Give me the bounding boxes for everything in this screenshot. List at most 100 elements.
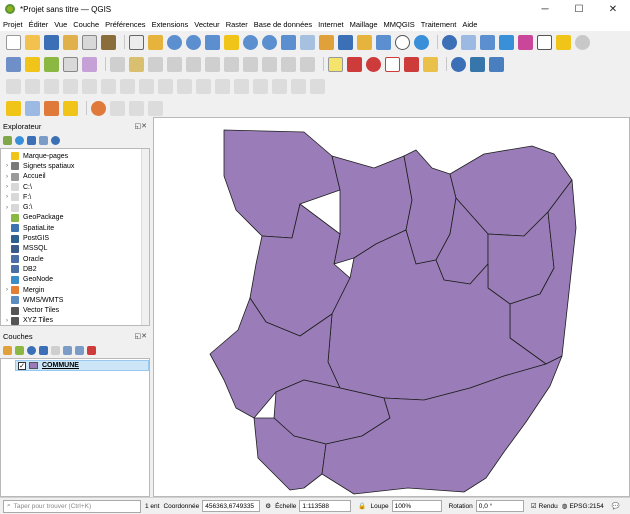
split-features-icon[interactable] (196, 78, 211, 94)
current-edits-icon[interactable] (110, 56, 125, 72)
filter-legend-icon[interactable] (39, 346, 48, 355)
explorer-item[interactable]: › F:\ (3, 192, 141, 202)
zoom-in-icon[interactable] (167, 34, 182, 50)
add-feature-icon[interactable] (167, 56, 182, 72)
zoom-selection-icon[interactable] (224, 34, 239, 50)
coordinate-field[interactable]: 456363,6749335 (202, 500, 261, 512)
simplify-feature-icon[interactable] (44, 78, 59, 94)
explorer-item[interactable]: › Accueil (3, 172, 141, 182)
open-folder-icon[interactable] (25, 34, 40, 50)
menu-maillage[interactable]: Maillage (350, 20, 378, 29)
add-ring-icon[interactable] (63, 78, 78, 94)
pan-to-selection-icon[interactable] (148, 34, 163, 50)
processing-toolbox-icon[interactable] (499, 34, 514, 50)
label-toolbar-icon[interactable] (328, 56, 343, 72)
menu-editer[interactable]: Éditer (29, 20, 49, 29)
menu-mmqgis[interactable]: MMQGIS (384, 20, 415, 29)
remove-layer-icon[interactable] (87, 346, 96, 355)
temporal-controller-icon[interactable] (395, 34, 410, 50)
show-bookmarks-icon[interactable] (376, 34, 391, 50)
new-3d-view-icon[interactable] (338, 34, 353, 50)
explorer-item[interactable]: › Signets spatiaux (3, 161, 141, 171)
print-layout-icon[interactable] (82, 34, 97, 50)
render-checkbox[interactable]: ☑ (531, 502, 537, 510)
zoom-out-icon[interactable] (186, 34, 201, 50)
bookmark-new-icon[interactable] (357, 34, 372, 50)
new-temp-layer-icon[interactable] (63, 56, 78, 72)
refresh-icon[interactable] (15, 136, 24, 145)
vertex-tool-icon[interactable] (186, 56, 201, 72)
new-map-view-icon[interactable] (319, 34, 334, 50)
advanced-digitizing-icon[interactable] (6, 78, 21, 94)
show-labels-icon[interactable] (385, 56, 400, 72)
python-console-icon[interactable] (470, 56, 485, 72)
cut-features-icon[interactable] (224, 56, 239, 72)
label-rule-icon[interactable] (347, 56, 362, 72)
crs-label[interactable]: EPSG:2154 (569, 503, 603, 510)
menu-projet[interactable]: Projet (3, 20, 23, 29)
properties-info-icon[interactable] (51, 136, 60, 145)
toggle-editing-pencil-icon[interactable] (129, 56, 144, 72)
fill-ring-icon[interactable] (101, 78, 116, 94)
explorer-item[interactable]: Marque-pages (3, 151, 141, 161)
expand-all-icon[interactable] (63, 346, 72, 355)
save-edits-icon[interactable] (148, 56, 163, 72)
manage-visibility-icon[interactable] (27, 346, 36, 355)
paste-features-icon[interactable] (262, 56, 277, 72)
annotation-html-icon[interactable] (129, 100, 144, 116)
filter-expression-icon[interactable] (51, 346, 60, 355)
refresh-icon[interactable] (414, 34, 429, 50)
select-by-expression-icon[interactable] (25, 100, 40, 116)
map-tips-icon[interactable] (556, 34, 571, 50)
undo-icon[interactable] (281, 56, 296, 72)
action-gear-icon[interactable] (91, 100, 106, 116)
collapse-all-icon[interactable] (75, 346, 84, 355)
explorer-item[interactable]: DB2 (3, 264, 141, 274)
lock-icon[interactable]: 🔒 (358, 502, 366, 510)
explorer-item[interactable]: Vector Tiles (3, 305, 141, 315)
split-parts-icon[interactable] (215, 78, 230, 94)
menu-aide[interactable]: Aide (462, 20, 477, 29)
field-calculator-icon[interactable] (480, 34, 495, 50)
redo-icon[interactable] (300, 56, 315, 72)
layer-visibility-checkbox[interactable]: ✓ (18, 361, 26, 370)
style-panel-icon[interactable] (3, 346, 12, 355)
expand-arrow-icon[interactable]: › (3, 174, 11, 180)
zoom-full-icon[interactable] (205, 34, 220, 50)
delete-selected-icon[interactable] (205, 56, 220, 72)
rotate-feature-icon[interactable] (25, 78, 40, 94)
identify-icon[interactable] (442, 34, 457, 50)
explorer-item[interactable]: SpatiaLite (3, 223, 141, 233)
zoom-native-icon[interactable] (262, 34, 277, 50)
expand-arrow-icon[interactable]: › (3, 205, 11, 211)
merge-attributes-icon[interactable] (253, 78, 268, 94)
menu-raster[interactable]: Raster (226, 20, 248, 29)
map-canvas[interactable] (153, 117, 630, 497)
explorer-item[interactable]: MSSQL (3, 244, 141, 254)
measure-line-icon[interactable] (537, 34, 552, 50)
pan-hand-icon[interactable] (129, 34, 144, 50)
close-button[interactable]: ✕ (596, 0, 630, 18)
explorer-item[interactable]: › XYZ Tiles (3, 316, 141, 326)
rotate-label-icon[interactable] (423, 56, 438, 72)
trim-extend-icon[interactable] (310, 78, 325, 94)
zoom-layer-icon[interactable] (243, 34, 258, 50)
search-plugins-icon[interactable] (451, 56, 466, 72)
menu-base-de-donnees[interactable]: Base de données (254, 20, 312, 29)
zoom-field[interactable]: 100% (391, 500, 442, 512)
explorer-item[interactable]: GeoPackage (3, 213, 141, 223)
new-project-icon[interactable] (6, 34, 21, 50)
menu-internet[interactable]: Internet (318, 20, 343, 29)
menu-vecteur[interactable]: Vecteur (194, 20, 219, 29)
explorer-item[interactable]: WMS/WMTS (3, 295, 141, 305)
zoom-last-icon[interactable] (281, 34, 296, 50)
annotation-svg-icon[interactable] (148, 100, 163, 116)
expand-arrow-icon[interactable]: › (3, 194, 11, 200)
attribute-table-icon[interactable] (461, 34, 476, 50)
menu-couche[interactable]: Couche (73, 20, 99, 29)
menu-preferences[interactable]: Préférences (105, 20, 145, 29)
add-selected-layers-icon[interactable] (3, 136, 12, 145)
expand-arrow-icon[interactable]: › (3, 163, 11, 169)
panel-float-close-icons[interactable]: ◱✕ (135, 332, 147, 340)
zoom-next-icon[interactable] (300, 34, 315, 50)
